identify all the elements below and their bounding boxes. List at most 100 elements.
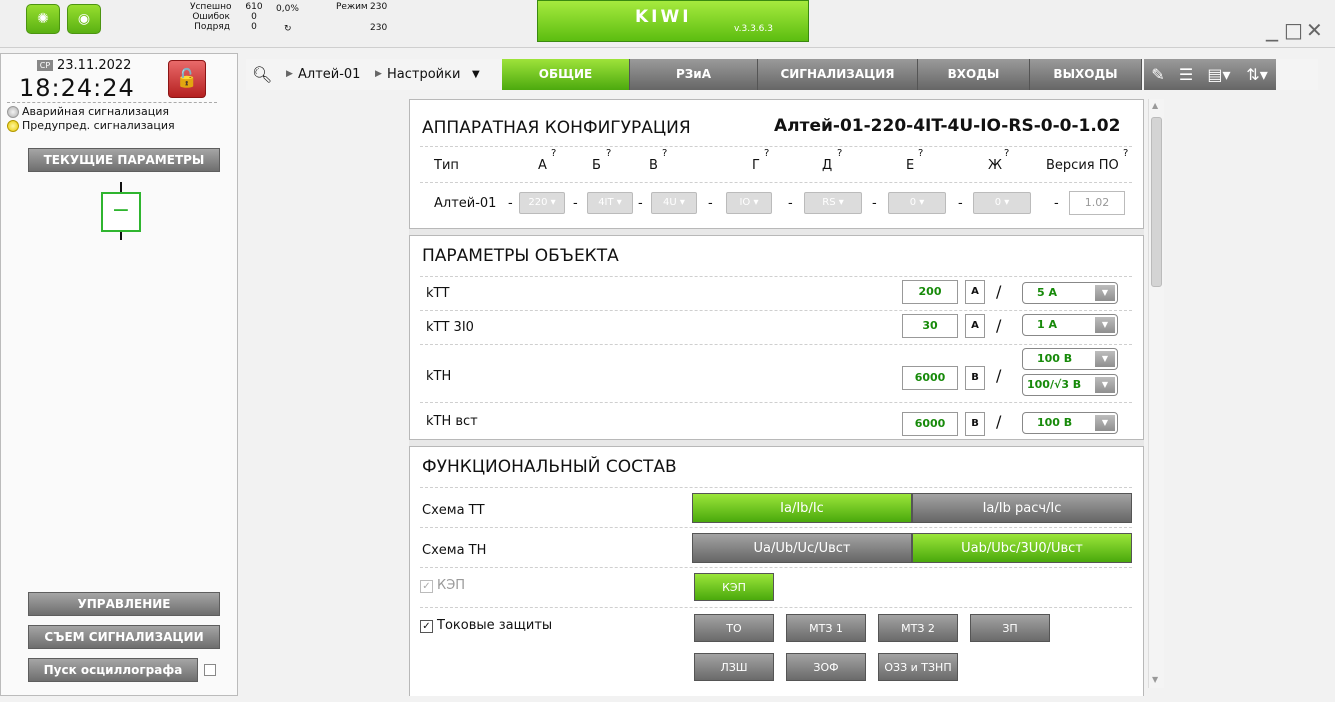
chevron-down-icon[interactable]: ▼ [472,59,480,90]
oscillograph-checkbox[interactable] [204,664,216,676]
app-title: KIWI [635,7,692,27]
reset-alarm-button[interactable]: СЪЕМ СИГНАЛИЗАЦИИ [28,625,220,649]
tab-outputs[interactable]: ВЫХОДЫ [1030,59,1142,90]
schema-tt-option-2[interactable]: Ia/Ib расч/Ic [912,493,1132,523]
prot-zof-button[interactable]: ЗОФ [786,653,866,681]
help-sw-version[interactable]: ? [1123,148,1128,159]
help-e[interactable]: ? [918,148,923,159]
divider [420,182,1132,183]
current-params-button[interactable]: ТЕКУЩИЕ ПАРАМЕТРЫ [28,148,220,172]
dropdown-b[interactable]: 4IT ▾ [587,192,633,214]
kep-button[interactable]: КЭП [694,573,774,601]
top-bar: ✺ ◉ Успешно Ошибок Подряд 610 0 0 0,0% ↻… [0,0,1335,48]
prot-lzsh-button[interactable]: ЛЗШ [694,653,774,681]
prot-mtz2-button[interactable]: МТЗ 2 [878,614,958,642]
tab-general[interactable]: ОБЩИЕ [502,59,630,90]
status-value-success: 610 [245,2,263,12]
dropdown-a-value: 220 [528,197,548,208]
document-icon[interactable]: ▤▾ [1200,59,1238,90]
col-d: Д [822,158,833,173]
dropdown-g[interactable]: IO ▾ [726,192,772,214]
status-value-errors: 0 [251,12,257,22]
help-b[interactable]: ? [606,148,611,159]
crumb-arrow-icon: ▶ [286,69,293,79]
dropdown-e[interactable]: 0 ▾ [888,192,946,214]
lock-icon[interactable]: 🔓 [168,60,206,98]
oscillograph-start-button[interactable]: Пуск осциллографа [28,658,198,682]
breadcrumb-device[interactable]: Алтей-01 [298,59,360,90]
kep-checkbox[interactable]: ✓ [420,580,433,593]
dropdown-v[interactable]: 4U ▾ [651,192,697,214]
current-prot-checkbox[interactable]: ✓ [420,620,433,633]
dash: - [708,196,713,211]
dropdown-a[interactable]: 220 ▾ [519,192,565,214]
scroll-down-icon[interactable]: ▼ [1152,675,1158,684]
prot-mtz1-button[interactable]: МТЗ 1 [786,614,866,642]
chevron-down-icon: ▼ [1095,285,1115,301]
search-icon[interactable]: 🔍︎ [252,59,272,90]
ktn-value-field[interactable]: 6000 [902,366,958,390]
prot-to-button[interactable]: ТО [694,614,774,642]
ktt3i0-value-field[interactable]: 30 [902,314,958,338]
status-label-success: Успешно [190,2,232,12]
tab-inputs[interactable]: ВХОДЫ [918,59,1030,90]
ktt-value-field[interactable]: 200 [902,280,958,304]
scroll-up-icon[interactable]: ▲ [1152,101,1158,110]
minimize-icon[interactable]: _ [1266,16,1278,40]
line-bottom [120,232,122,240]
status-value-row: 0 [251,22,257,32]
tab-rza[interactable]: РЗиА [630,59,758,90]
schema-tt-option-1[interactable]: Ia/Ib/Ic [692,493,912,523]
ktn-vst-secondary-select[interactable]: 100 В ▼ [1022,412,1118,434]
help-zh[interactable]: ? [1004,148,1009,159]
schema-tt-label: Схема ТТ [422,503,485,518]
maximize-icon[interactable]: □ [1284,20,1303,40]
help-v[interactable]: ? [662,148,667,159]
list-icon[interactable]: ☰ [1172,59,1200,90]
breadcrumb-settings[interactable]: Настройки [387,59,460,90]
sort-icon[interactable]: ⇅▾ [1238,59,1276,90]
schema-tn-option-2[interactable]: Uab/Ubc/3U0/Uвст [912,533,1132,563]
ktn-vst-value-field[interactable]: 6000 [902,412,958,436]
ktt-secondary-select[interactable]: 5 А ▼ [1022,282,1118,304]
dropdown-v-value: 4U [663,197,677,208]
ktn-secondary-select[interactable]: 100 В ▼ [1022,348,1118,370]
connection-icon[interactable]: ✺ [26,4,60,34]
schema-tn-option-1[interactable]: Ua/Ub/Uc/Uвст [692,533,912,563]
col-e: Е [906,158,915,173]
object-params-title: ПАРАМЕТРЫ ОБЪЕКТА [422,246,619,266]
ktn-secondary-select-2[interactable]: 100/√3 В ▼ [1022,374,1118,396]
edit-check-icon[interactable]: ✎ [1144,59,1172,90]
dropdown-zh[interactable]: 0 ▾ [973,192,1031,214]
dropdown-d[interactable]: RS ▾ [804,192,862,214]
prot-zp-button[interactable]: ЗП [970,614,1050,642]
col-b: Б [592,158,601,173]
help-d[interactable]: ? [837,148,842,159]
scroll-thumb[interactable] [1151,117,1162,287]
vertical-scrollbar[interactable]: ▲ ▼ [1148,99,1164,688]
chevron-down-icon: ▼ [1095,351,1115,367]
ktn-unit: В [965,366,985,390]
help-g[interactable]: ? [764,148,769,159]
divider [420,310,1132,311]
close-icon[interactable]: ✕ [1306,20,1323,40]
status-labels: Успешно Ошибок Подряд [190,2,232,32]
main-content: АППАРАТНАЯ КОНФИГУРАЦИЯ Алтей-01-220-4IT… [409,99,1144,696]
mode-label: Режим [336,2,368,12]
help-a[interactable]: ? [551,148,556,159]
divider [420,527,1132,528]
tab-alarm[interactable]: СИГНАЛИЗАЦИЯ [758,59,918,90]
status-percent: 0,0% [276,4,299,14]
mode-value-1: 230 [370,2,388,12]
breaker-icon[interactable]: − [101,192,141,232]
prot-ozz-button[interactable]: ОЗЗ и ТЗНП [878,653,958,681]
dash: - [958,196,963,211]
weekday-badge: СР [37,60,53,71]
control-button[interactable]: УПРАВЛЕНИЕ [28,592,220,616]
dash: - [788,196,793,211]
ktt3i0-secondary-select[interactable]: 1 А ▼ [1022,314,1118,336]
record-icon[interactable]: ◉ [67,4,101,34]
current-prot-label: Токовые защиты [437,618,553,633]
sw-version-field[interactable]: 1.02 [1069,191,1125,215]
app-version: v.3.3.6.3 [734,24,773,34]
